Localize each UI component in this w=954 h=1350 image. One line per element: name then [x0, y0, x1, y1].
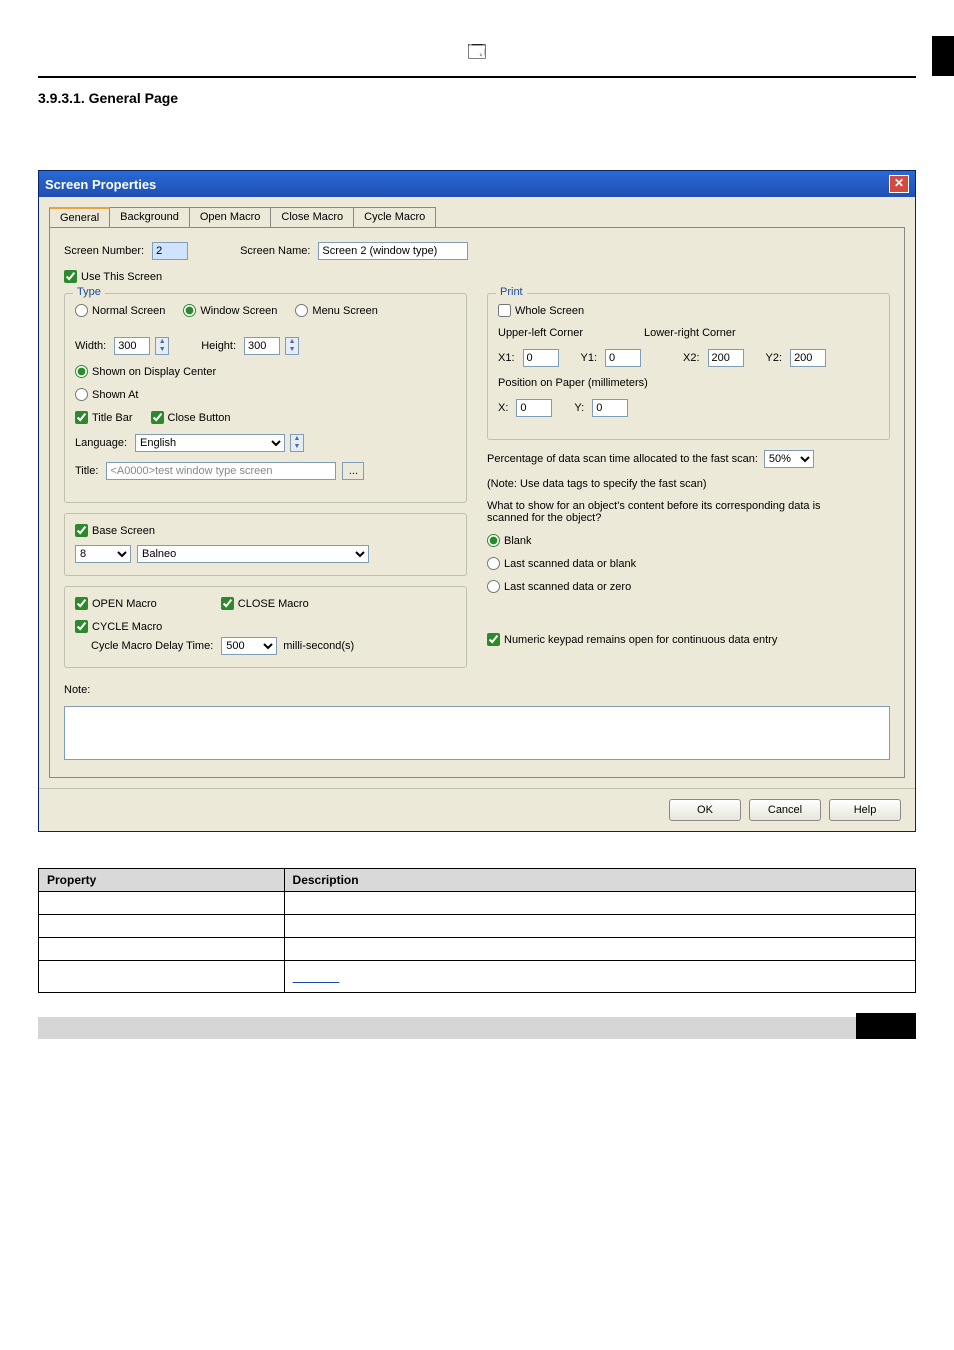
tab-close-macro[interactable]: Close Macro	[270, 207, 354, 227]
screen-name-input[interactable]	[318, 242, 468, 260]
tab-background[interactable]: Background	[109, 207, 190, 227]
fast-scan-note: (Note: Use data tags to specify the fast…	[487, 478, 707, 490]
tab-cycle-macro[interactable]: Cycle Macro	[353, 207, 436, 227]
screen-name-label: Screen Name:	[240, 245, 310, 257]
shown-at-radio[interactable]: Shown At	[75, 388, 138, 401]
x2-input[interactable]	[708, 349, 744, 367]
upper-left-label: Upper-left Corner	[498, 327, 638, 339]
y2-input[interactable]	[790, 349, 826, 367]
use-this-screen-checkbox[interactable]: Use This Screen	[64, 270, 162, 283]
title-bar-checkbox[interactable]: Title Bar	[75, 411, 133, 424]
tab-strip: General Background Open Macro Close Macr…	[49, 207, 905, 227]
close-icon[interactable]: ✕	[889, 175, 909, 193]
y2-label: Y2:	[766, 352, 783, 364]
last-zero-radio[interactable]: Last scanned data or zero	[487, 580, 631, 593]
whole-screen-checkbox[interactable]: Whole Screen	[498, 304, 584, 317]
description-header: Description	[284, 869, 915, 892]
y1-label: Y1:	[581, 352, 598, 364]
help-button[interactable]: Help	[829, 799, 901, 821]
open-macro-checkbox[interactable]: OPEN Macro	[75, 597, 157, 610]
width-spinner[interactable]: ▲▼	[155, 337, 169, 355]
base-screen-name-select[interactable]: Balneo	[137, 545, 369, 563]
px-input[interactable]	[516, 399, 552, 417]
table-row	[39, 892, 916, 915]
property-header: Property	[39, 869, 285, 892]
height-spinner[interactable]: ▲▼	[285, 337, 299, 355]
py-label: Y:	[574, 402, 584, 414]
type-group: Type Normal Screen Window Screen Menu Sc…	[64, 293, 467, 503]
normal-screen-radio[interactable]: Normal Screen	[75, 304, 165, 317]
screen-number-label: Screen Number:	[64, 245, 144, 257]
section-heading: 3.9.3.1. General Page	[38, 90, 916, 106]
cycle-macro-checkbox[interactable]: CYCLE Macro	[75, 620, 162, 633]
screen-number-input[interactable]	[152, 242, 188, 260]
table-link[interactable]	[293, 970, 340, 984]
window-screen-radio[interactable]: Window Screen	[183, 304, 277, 317]
base-screen-number-select[interactable]: 8	[75, 545, 131, 563]
ok-button[interactable]: OK	[669, 799, 741, 821]
px-label: X:	[498, 402, 508, 414]
header-icon: 🗔	[38, 40, 916, 70]
print-group-title: Print	[496, 286, 527, 298]
x1-label: X1:	[498, 352, 515, 364]
shown-center-radio[interactable]: Shown on Display Center	[75, 365, 216, 378]
table-row	[39, 938, 916, 961]
dialog-titlebar: Screen Properties ✕	[39, 171, 915, 197]
header-rule	[38, 76, 916, 78]
note-label: Note:	[64, 684, 90, 696]
dialog-buttons: OK Cancel Help	[39, 788, 915, 831]
cycle-delay-unit: milli-second(s)	[283, 640, 354, 652]
macro-group: OPEN Macro CLOSE Macro CYCLE Macro Cycle…	[64, 586, 467, 668]
title-browse-button[interactable]: ...	[342, 462, 364, 480]
y1-input[interactable]	[605, 349, 641, 367]
note-textarea[interactable]	[64, 706, 890, 760]
title-label: Title:	[75, 465, 98, 477]
type-group-title: Type	[73, 286, 105, 298]
numeric-keypad-checkbox[interactable]: Numeric keypad remains open for continuo…	[487, 633, 777, 646]
base-screen-group: Base Screen 8 Balneo	[64, 513, 467, 576]
page-side-marker	[932, 36, 954, 76]
title-input[interactable]	[106, 462, 336, 480]
dialog-title: Screen Properties	[45, 177, 156, 192]
screen-properties-dialog: Screen Properties ✕ General Background O…	[38, 170, 916, 832]
menu-screen-radio[interactable]: Menu Screen	[295, 304, 377, 317]
language-label: Language:	[75, 437, 127, 449]
property-table: Property Description	[38, 868, 916, 993]
cancel-button[interactable]: Cancel	[749, 799, 821, 821]
language-spinner[interactable]: ▲▼	[290, 434, 304, 452]
page-footer	[38, 1017, 916, 1039]
cycle-delay-label: Cycle Macro Delay Time:	[91, 640, 213, 652]
cycle-delay-select[interactable]: 500	[221, 637, 277, 655]
close-macro-checkbox[interactable]: CLOSE Macro	[221, 597, 309, 610]
tab-general[interactable]: General	[49, 207, 110, 227]
last-blank-radio[interactable]: Last scanned data or blank	[487, 557, 636, 570]
show-before-label: What to show for an object's content bef…	[487, 500, 827, 524]
width-label: Width:	[75, 340, 106, 352]
page-number-box	[856, 1013, 916, 1039]
lower-right-label: Lower-right Corner	[644, 327, 736, 339]
x2-label: X2:	[683, 352, 700, 364]
language-select[interactable]: English	[135, 434, 285, 452]
py-input[interactable]	[592, 399, 628, 417]
print-group: Print Whole Screen Upper-left Corner Low…	[487, 293, 890, 440]
blank-radio[interactable]: Blank	[487, 534, 532, 547]
table-row	[39, 961, 916, 993]
height-input[interactable]	[244, 337, 280, 355]
close-button-checkbox[interactable]: Close Button	[151, 411, 231, 424]
table-row	[39, 915, 916, 938]
fast-scan-label: Percentage of data scan time allocated t…	[487, 453, 758, 465]
fast-scan-select[interactable]: 50%	[764, 450, 814, 468]
x1-input[interactable]	[523, 349, 559, 367]
tab-open-macro[interactable]: Open Macro	[189, 207, 272, 227]
height-label: Height:	[201, 340, 236, 352]
pos-paper-label: Position on Paper (millimeters)	[498, 377, 648, 389]
width-input[interactable]	[114, 337, 150, 355]
base-screen-checkbox[interactable]: Base Screen	[75, 524, 155, 537]
tab-body: Screen Number: Screen Name: Use This Scr…	[49, 227, 905, 778]
